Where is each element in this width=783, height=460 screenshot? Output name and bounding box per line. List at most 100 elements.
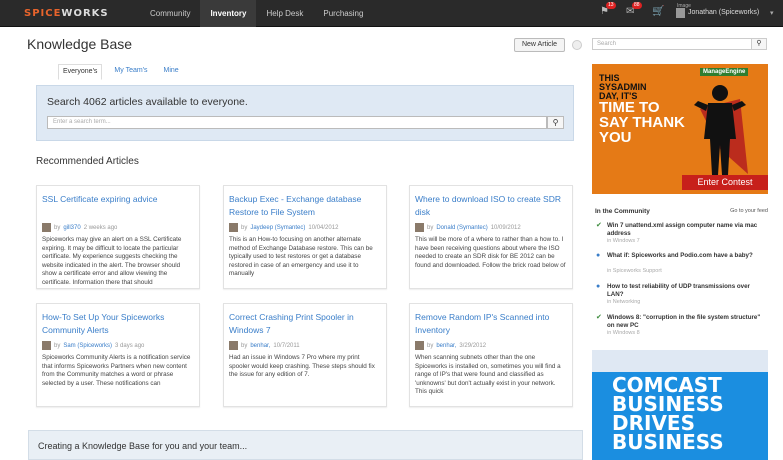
ad-tagline-small: THIS SYSADMIN DAY, IT'S: [599, 73, 647, 101]
search-icon[interactable]: ⚲: [751, 38, 767, 50]
by-label: by: [427, 342, 434, 349]
alerts-badge: 13: [606, 2, 616, 9]
kb-tabs: Everyone's My Team's Mine: [58, 64, 183, 80]
article-meta: by benhar, 10/7/2011: [229, 341, 381, 350]
answered-check-icon: ✔: [596, 314, 602, 321]
main-nav: Community Inventory Help Desk Purchasing: [140, 0, 373, 27]
alerts-icon[interactable]: ⚑ 13: [600, 2, 616, 18]
article-author[interactable]: gill370: [63, 225, 80, 231]
author-avatar: [415, 223, 424, 232]
article-meta: by gill370 2 weeks ago: [42, 223, 194, 232]
article-date: 3 days ago: [115, 342, 145, 349]
nav-help-desk[interactable]: Help Desk: [256, 0, 313, 27]
author-avatar: [42, 341, 51, 350]
community-item-title[interactable]: What if: Spiceworks and Podio.com have a…: [607, 252, 767, 260]
kb-search-panel: Search 4062 articles available to everyo…: [36, 85, 574, 141]
article-date: 10/7/2011: [273, 342, 300, 349]
nav-community[interactable]: Community: [140, 0, 200, 27]
author-avatar: [42, 223, 51, 232]
article-excerpt: Spiceworks Community Alerts is a notific…: [42, 354, 191, 387]
article-card[interactable]: Backup Exec - Exchange database Restore …: [223, 185, 387, 289]
kb-search-input[interactable]: Enter a search term...: [47, 116, 547, 129]
article-excerpt: Spiceworks may give an alert on a SSL Ce…: [42, 236, 182, 286]
article-card[interactable]: How-To Set Up Your Spiceworks Community …: [36, 303, 200, 407]
help-icon[interactable]: [572, 40, 582, 50]
article-date: 10/04/2012: [308, 224, 339, 231]
community-item-title[interactable]: How to test reliability of UDP transmiss…: [607, 283, 767, 298]
author-avatar: [229, 341, 238, 350]
article-excerpt: This will be more of a where to rather t…: [415, 236, 566, 269]
chevron-down-icon[interactable]: ▾: [770, 9, 774, 17]
search-heading: Search 4062 articles available to everyo…: [47, 96, 248, 108]
article-author[interactable]: benhar,: [436, 343, 456, 349]
enter-contest-button[interactable]: Enter Contest: [682, 175, 768, 190]
article-date: 3/29/2012: [459, 342, 487, 349]
article-date: 10/09/2012: [490, 224, 521, 231]
top-nav-bar: SPICEWORKS Community Inventory Help Desk…: [0, 0, 783, 27]
new-article-button[interactable]: New Article: [514, 38, 565, 52]
author-avatar: [415, 341, 424, 350]
by-label: by: [241, 224, 248, 231]
cart-icon[interactable]: 🛒: [652, 6, 666, 18]
tab-everyones[interactable]: Everyone's: [58, 64, 103, 80]
nav-purchasing[interactable]: Purchasing: [313, 0, 373, 27]
spiceworks-logo[interactable]: SPICEWORKS: [24, 8, 109, 19]
article-card[interactable]: Correct Crashing Print Spooler in Window…: [223, 303, 387, 407]
article-title[interactable]: How-To Set Up Your Spiceworks Community …: [42, 311, 194, 339]
page-title: Knowledge Base: [27, 36, 133, 52]
manageengine-logo: ManageEngine: [700, 68, 749, 76]
article-excerpt: This is an How-to focusing on another al…: [229, 236, 373, 278]
article-author[interactable]: Jaydeep (Symantec): [250, 225, 305, 231]
sidebar-search-input[interactable]: Search: [592, 38, 752, 50]
article-author[interactable]: benhar,: [250, 343, 270, 349]
tab-my-teams[interactable]: My Team's: [110, 64, 151, 80]
answered-check-icon: ✔: [596, 222, 602, 229]
article-title[interactable]: SSL Certificate expiring advice: [42, 193, 194, 221]
article-meta: by Jaydeep (Symantec) 10/04/2012: [229, 223, 381, 232]
article-card[interactable]: SSL Certificate expiring advice by gill3…: [36, 185, 200, 289]
article-card[interactable]: Remove Random IP's Scanned into Inventor…: [409, 303, 573, 407]
go-to-feed-link[interactable]: Go to your feed: [730, 208, 768, 214]
community-item-forum[interactable]: in Windows 8: [607, 330, 640, 336]
article-title[interactable]: Remove Random IP's Scanned into Inventor…: [415, 311, 567, 339]
by-label: by: [427, 224, 434, 231]
community-item-title[interactable]: Win 7 unattend.xml assign computer name …: [607, 222, 767, 237]
toolbar-icons: ⚑ 13 ✉ 88 🛒: [600, 2, 666, 18]
article-title[interactable]: Where to download ISO to create SDR disk: [415, 193, 567, 221]
user-name[interactable]: Jonathan (Spiceworks): [688, 9, 759, 16]
article-meta: by benhar, 3/29/2012: [415, 341, 567, 350]
community-header: In the Community Go to your feed: [592, 207, 768, 219]
recommended-heading: Recommended Articles: [36, 156, 139, 167]
sysadmin-day-ad[interactable]: THIS SYSADMIN DAY, IT'S TIME TO SAY THAN…: [592, 64, 768, 194]
community-item-forum[interactable]: in Networking: [607, 299, 640, 305]
question-icon: ●: [596, 283, 601, 290]
community-item-forum[interactable]: in Spiceworks Support: [607, 268, 662, 274]
community-title: In the Community: [595, 208, 650, 215]
discussion-icon: ●: [596, 252, 601, 259]
article-date: 2 weeks ago: [83, 224, 118, 231]
community-item-title[interactable]: Windows 8: "corruption in the file syste…: [607, 314, 767, 329]
by-label: by: [54, 342, 61, 349]
by-label: by: [54, 224, 61, 231]
article-card[interactable]: Where to download ISO to create SDR disk…: [409, 185, 573, 289]
article-author[interactable]: Sam (Spiceworks): [63, 343, 112, 349]
ad-tagline-big: TIME TO SAY THANK YOU: [599, 99, 685, 146]
article-excerpt: When scanning subnets other than the one…: [415, 354, 561, 396]
tab-mine[interactable]: Mine: [160, 64, 183, 80]
article-author[interactable]: Donald (Symantec): [436, 225, 487, 231]
superhero-silhouette: [694, 85, 748, 175]
comcast-ad[interactable]: COMCAST BUSINESS DRIVES BUSINESS: [592, 350, 768, 460]
messages-badge: 88: [632, 2, 642, 9]
article-title[interactable]: Backup Exec - Exchange database Restore …: [229, 193, 381, 221]
article-excerpt: Had an issue in Windows 7 Pro where my p…: [229, 354, 375, 379]
comcast-ad-panel: COMCAST BUSINESS DRIVES BUSINESS: [592, 372, 768, 460]
article-title[interactable]: Correct Crashing Print Spooler in Window…: [229, 311, 381, 339]
logo-primary: SPICE: [24, 8, 62, 19]
by-label: by: [241, 342, 248, 349]
messages-icon[interactable]: ✉ 88: [626, 2, 642, 18]
creating-kb-banner: Creating a Knowledge Base for you and yo…: [28, 430, 583, 460]
community-item-forum[interactable]: in Windows 7: [607, 238, 640, 244]
nav-inventory[interactable]: Inventory: [200, 0, 257, 27]
user-avatar[interactable]: [676, 8, 685, 18]
search-icon[interactable]: ⚲: [547, 116, 564, 129]
